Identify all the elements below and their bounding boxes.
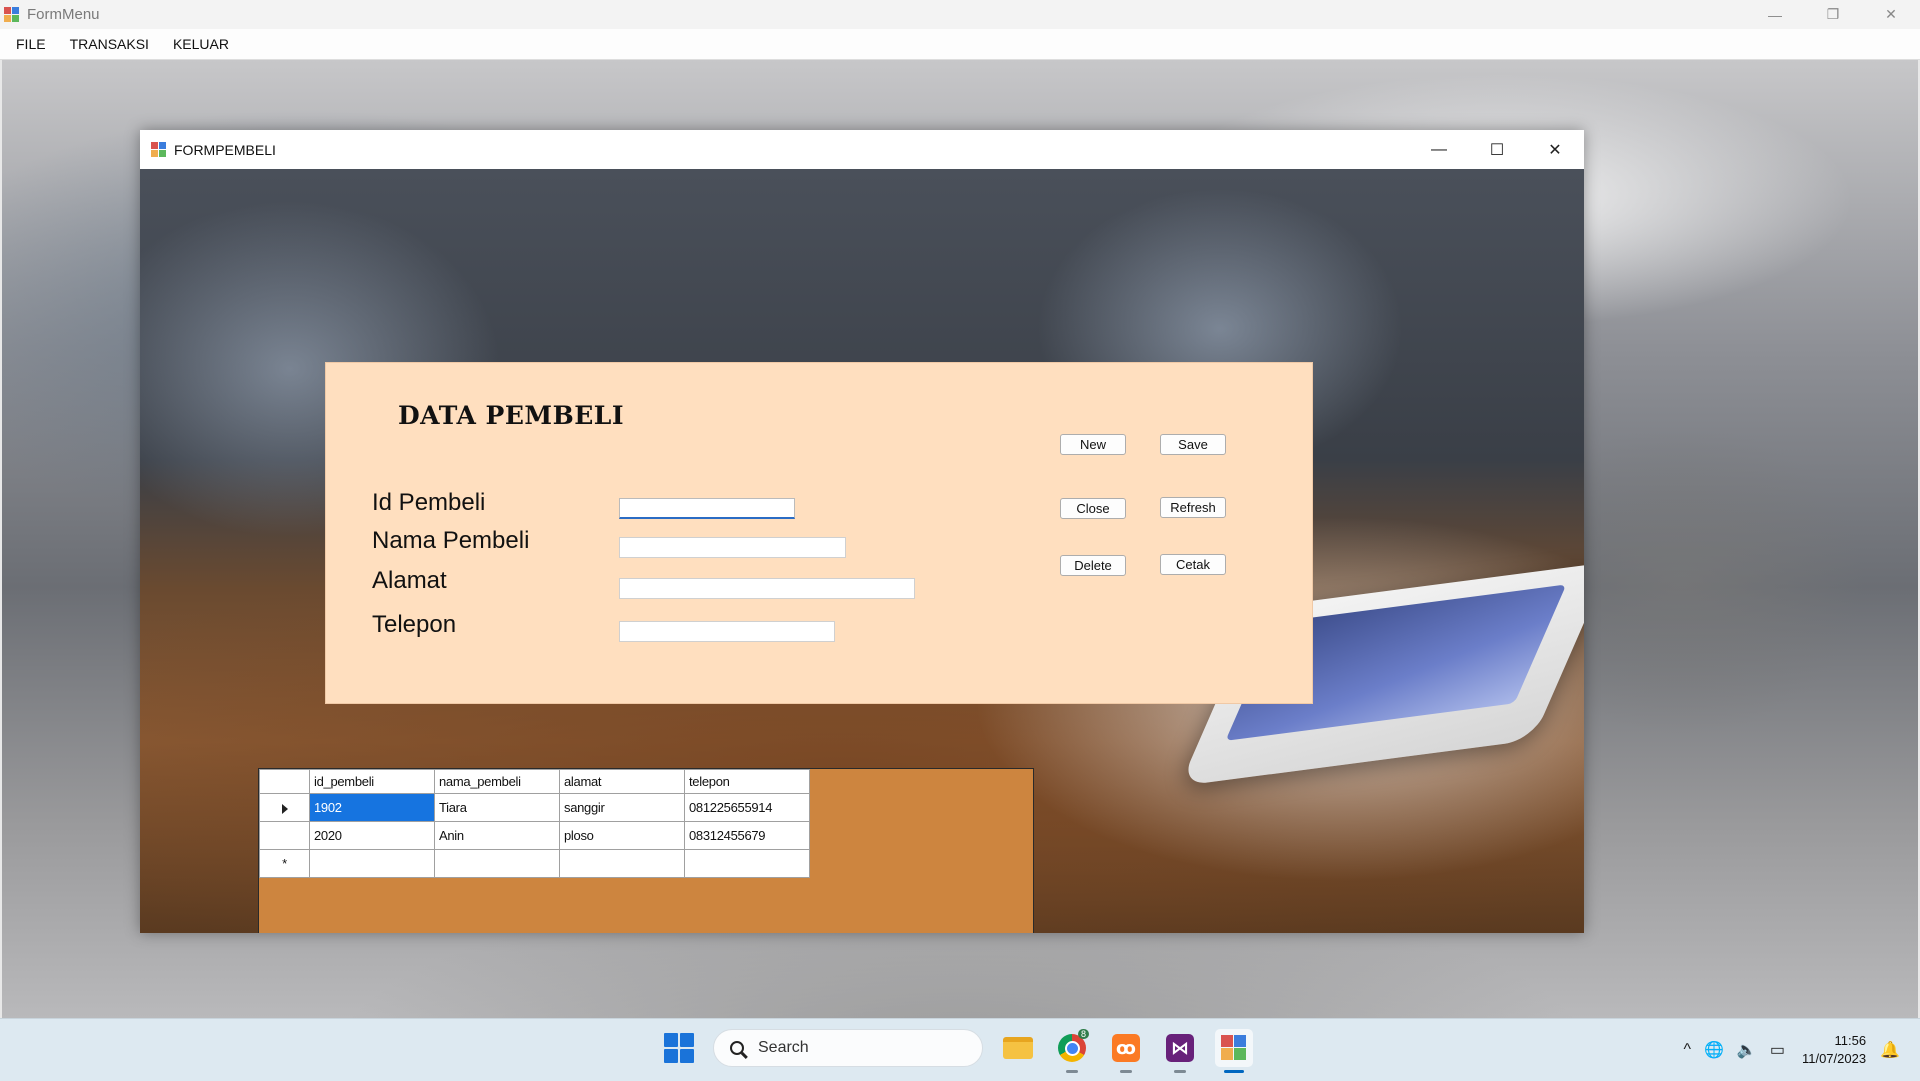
formmenu-app-icon	[4, 6, 20, 23]
taskbar-visual-studio[interactable]: ⋈	[1161, 1029, 1199, 1073]
id-pembeli-input[interactable]	[619, 498, 795, 519]
running-indicator	[1066, 1070, 1078, 1073]
taskbar-formmenu-app[interactable]	[1215, 1029, 1253, 1073]
windows-start-icon[interactable]	[664, 1033, 694, 1063]
label-id-pembeli: Id Pembeli	[372, 489, 486, 516]
active-indicator	[1224, 1070, 1244, 1073]
folder-icon	[1003, 1037, 1033, 1059]
current-row-indicator[interactable]	[259, 793, 310, 822]
system-tray: ^ 🌐 🔈 ▭ 11:56 11/07/2023 🔔	[1683, 1019, 1920, 1081]
outer-titlebar: FormMenu — ❐ ✕	[0, 0, 1920, 29]
menu-file[interactable]: FILE	[4, 29, 58, 59]
table-cell[interactable]	[309, 849, 435, 878]
running-indicator	[1120, 1070, 1132, 1073]
table-cell[interactable]: sanggir	[559, 793, 685, 822]
formpembeli-window: FORMPEMBELI — ☐ ✕ DATA PEMBELI Id Pembel…	[140, 130, 1584, 933]
alamat-input[interactable]	[619, 578, 915, 599]
clock-time: 11:56	[1834, 1033, 1867, 1048]
table-cell[interactable]: 1902	[309, 793, 435, 822]
pembeli-datagrid[interactable]: id_pembeli nama_pembeli alamat telepon 1…	[258, 768, 1034, 933]
column-header-nama-pembeli[interactable]: nama_pembeli	[434, 769, 560, 794]
visual-studio-icon: ⋈	[1166, 1034, 1194, 1062]
child-window-title: FORMPEMBELI	[174, 141, 276, 158]
table-cell[interactable]: ploso	[559, 821, 685, 850]
table-cell[interactable]: Anin	[434, 821, 560, 850]
table-cell[interactable]	[434, 849, 560, 878]
column-header-telepon[interactable]: telepon	[684, 769, 810, 794]
globe-icon[interactable]: 🌐	[1704, 1040, 1724, 1060]
menu-keluar[interactable]: KELUAR	[161, 29, 241, 59]
taskbar-clock[interactable]: 11:56 11/07/2023	[1802, 1032, 1866, 1068]
pembeli-table: id_pembeli nama_pembeli alamat telepon 1…	[259, 769, 810, 878]
menu-transaksi[interactable]: TRANSAKSI	[58, 29, 161, 59]
formpembeli-icon	[151, 141, 167, 158]
outer-window-controls: — ❐ ✕	[1746, 0, 1920, 29]
child-titlebar: FORMPEMBELI — ☐ ✕	[140, 130, 1584, 169]
table-cell[interactable]: 2020	[309, 821, 435, 850]
child-window-controls: — ☐ ✕	[1410, 130, 1584, 169]
table-cell[interactable]: 081225655914	[684, 793, 810, 822]
taskbar-center: Search 8 ꝏ ⋈	[664, 1029, 1253, 1073]
show-hidden-icons-chevron-icon[interactable]: ^	[1683, 1041, 1691, 1059]
outer-close-button[interactable]: ✕	[1862, 0, 1920, 29]
row-arrow-icon	[281, 803, 288, 814]
child-close-button[interactable]: ✕	[1526, 130, 1584, 169]
taskbar-search-box[interactable]: Search	[713, 1029, 983, 1067]
cetak-button[interactable]: Cetak	[1160, 554, 1226, 575]
child-background-image: DATA PEMBELI Id Pembeli Nama Pembeli Ala…	[140, 169, 1584, 933]
child-minimize-button[interactable]: —	[1410, 130, 1468, 169]
data-pembeli-panel: DATA PEMBELI Id Pembeli Nama Pembeli Ala…	[325, 362, 1313, 704]
label-alamat: Alamat	[372, 567, 447, 594]
chrome-badge: 8	[1077, 1029, 1089, 1039]
row-header[interactable]	[259, 821, 310, 850]
table-row[interactable]: 2020 Anin ploso 08312455679	[259, 821, 810, 850]
volume-icon[interactable]: 🔈	[1737, 1040, 1757, 1060]
table-cell[interactable]	[684, 849, 810, 878]
taskbar-file-explorer[interactable]	[999, 1029, 1037, 1067]
table-row[interactable]: 1902 Tiara sanggir 081225655914	[259, 793, 810, 822]
new-button[interactable]: New	[1060, 434, 1126, 455]
label-nama-pembeli: Nama Pembeli	[372, 527, 530, 554]
search-icon	[730, 1041, 744, 1055]
refresh-button[interactable]: Refresh	[1160, 497, 1226, 518]
new-row[interactable]: *	[259, 849, 810, 878]
telepon-input[interactable]	[619, 621, 835, 642]
new-row-marker[interactable]: *	[259, 849, 310, 878]
xampp-icon: ꝏ	[1112, 1034, 1140, 1062]
formmenu-taskbar-icon	[1221, 1035, 1247, 1061]
table-cell[interactable]: Tiara	[434, 793, 560, 822]
save-button[interactable]: Save	[1160, 434, 1226, 455]
child-maximize-button[interactable]: ☐	[1468, 130, 1526, 169]
menu-bar: FILE TRANSAKSI KELUAR	[0, 29, 1920, 60]
label-telepon: Telepon	[372, 611, 457, 638]
row-header-corner	[259, 769, 310, 794]
delete-button[interactable]: Delete	[1060, 555, 1126, 576]
outer-window-title: FormMenu	[27, 6, 100, 23]
notification-bell-icon[interactable]: 🔔	[1880, 1040, 1900, 1060]
taskbar: Search 8 ꝏ ⋈ ^ 🌐 🔈 ▭ 11:56 11/07/2023 🔔	[0, 1018, 1920, 1081]
nama-pembeli-input[interactable]	[619, 537, 846, 558]
outer-minimize-button[interactable]: —	[1746, 0, 1804, 29]
column-header-alamat[interactable]: alamat	[559, 769, 685, 794]
table-header-row: id_pembeli nama_pembeli alamat telepon	[259, 769, 810, 794]
clock-date: 11/07/2023	[1801, 1051, 1867, 1066]
search-placeholder: Search	[758, 1039, 809, 1056]
taskbar-chrome[interactable]: 8	[1053, 1029, 1091, 1073]
outer-restore-button[interactable]: ❐	[1804, 0, 1862, 29]
battery-icon[interactable]: ▭	[1770, 1040, 1785, 1060]
panel-title: DATA PEMBELI	[398, 401, 625, 430]
table-cell[interactable]: 08312455679	[684, 821, 810, 850]
table-cell[interactable]	[559, 849, 685, 878]
running-indicator	[1174, 1070, 1186, 1073]
close-button[interactable]: Close	[1060, 498, 1126, 519]
taskbar-xampp[interactable]: ꝏ	[1107, 1029, 1145, 1073]
column-header-id-pembeli[interactable]: id_pembeli	[309, 769, 435, 794]
